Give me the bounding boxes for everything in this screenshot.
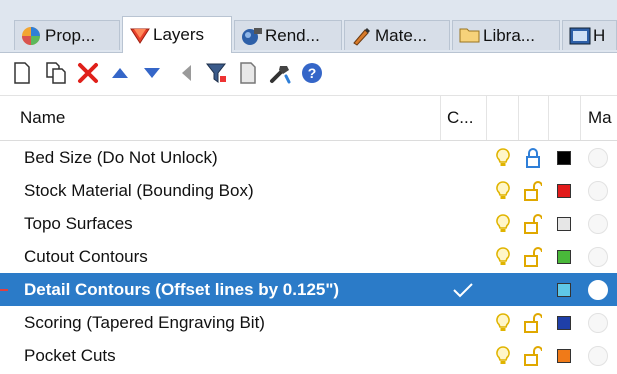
copy-layers-icon[interactable] xyxy=(236,61,260,85)
layer-name[interactable]: Detail Contours (Offset lines by 0.125") xyxy=(24,273,339,306)
color-swatch-box xyxy=(557,249,571,264)
tab-libraries[interactable]: Libra... xyxy=(452,20,560,50)
lock-open-icon[interactable] xyxy=(518,174,548,207)
tab-label: Layers xyxy=(153,25,205,44)
help-icon[interactable]: ? xyxy=(300,61,324,85)
move-down-icon[interactable] xyxy=(140,61,164,85)
tab-label: H xyxy=(593,25,606,45)
layer-material-swatch[interactable] xyxy=(584,273,612,306)
material-circle xyxy=(588,213,608,234)
visibility-bulb-icon[interactable] xyxy=(488,339,518,372)
color-swatch-box xyxy=(557,348,571,363)
tab-materials[interactable]: Mate... xyxy=(344,20,450,50)
layer-material-swatch[interactable] xyxy=(584,141,612,174)
layer-material-swatch[interactable] xyxy=(584,240,612,273)
layer-name[interactable]: Scoring (Tapered Engraving Bit) xyxy=(24,306,265,339)
layer-color-swatch[interactable] xyxy=(550,240,578,273)
layer-color-swatch[interactable] xyxy=(550,141,578,174)
new-sublayer-icon[interactable] xyxy=(44,61,68,85)
layer-row[interactable]: Bed Size (Do Not Unlock) xyxy=(0,141,617,174)
color-swatch-box xyxy=(557,150,571,165)
layer-material-swatch[interactable] xyxy=(584,306,612,339)
column-divider[interactable] xyxy=(518,96,519,140)
column-header-current[interactable]: C... xyxy=(441,96,485,140)
column-divider[interactable] xyxy=(580,96,581,140)
new-layer-icon[interactable] xyxy=(10,61,34,85)
layer-material-swatch[interactable] xyxy=(584,174,612,207)
layer-row[interactable]: Pocket Cuts xyxy=(0,339,617,372)
lock-closed-icon[interactable] xyxy=(518,141,548,174)
help-panel-icon xyxy=(569,26,591,46)
tab-label: Prop... xyxy=(45,25,96,45)
layers-icon xyxy=(129,25,150,45)
layer-name[interactable]: Bed Size (Do Not Unlock) xyxy=(24,141,218,174)
filter-icon[interactable] xyxy=(204,61,228,85)
column-divider[interactable] xyxy=(548,96,549,140)
color-swatch-box xyxy=(557,216,571,231)
panel-tab-bar: Prop... Layers Rend... Mate... Libra... … xyxy=(0,0,617,53)
color-swatch-box xyxy=(557,183,571,198)
column-divider[interactable] xyxy=(486,96,487,140)
layer-color-swatch[interactable] xyxy=(550,339,578,372)
lock-open-icon[interactable] xyxy=(518,339,548,372)
color-swatch-box xyxy=(557,282,571,297)
libraries-folder-icon xyxy=(459,26,480,46)
properties-icon xyxy=(21,26,41,46)
tab-help[interactable]: H xyxy=(562,20,617,50)
selection-marker xyxy=(0,289,8,291)
tab-label: Rend... xyxy=(265,25,320,45)
layer-row[interactable]: Detail Contours (Offset lines by 0.125") xyxy=(0,273,617,306)
material-circle xyxy=(588,147,608,168)
tab-properties[interactable]: Prop... xyxy=(14,20,120,50)
layer-material-swatch[interactable] xyxy=(584,339,612,372)
material-circle xyxy=(588,312,608,333)
tab-rendering[interactable]: Rend... xyxy=(234,20,342,50)
lock-open-icon[interactable] xyxy=(518,306,548,339)
layer-name[interactable]: Stock Material (Bounding Box) xyxy=(24,174,254,207)
svg-text:?: ? xyxy=(308,65,317,81)
layer-list-header: Name C... Ma xyxy=(0,95,617,141)
layer-row[interactable]: Scoring (Tapered Engraving Bit) xyxy=(0,306,617,339)
layer-row[interactable]: Cutout Contours xyxy=(0,240,617,273)
tab-layers[interactable]: Layers xyxy=(122,16,232,53)
material-circle xyxy=(588,180,608,201)
move-out-icon[interactable] xyxy=(174,61,198,85)
visibility-bulb-icon[interactable] xyxy=(488,207,518,240)
visibility-bulb-icon[interactable] xyxy=(488,240,518,273)
materials-icon xyxy=(351,26,371,46)
lock-open-icon[interactable] xyxy=(518,240,548,273)
layers-toolbar: ? xyxy=(0,53,617,93)
rendering-icon xyxy=(241,26,262,46)
layer-row[interactable]: Topo Surfaces xyxy=(0,207,617,240)
column-header-name[interactable]: Name xyxy=(14,96,440,140)
visibility-bulb-icon[interactable] xyxy=(488,174,518,207)
color-swatch-box xyxy=(557,315,571,330)
layer-row[interactable]: Stock Material (Bounding Box) xyxy=(0,174,617,207)
layer-color-swatch[interactable] xyxy=(550,273,578,306)
current-layer-checkmark-icon[interactable] xyxy=(441,273,485,306)
tools-icon[interactable] xyxy=(268,61,292,85)
tab-label: Mate... xyxy=(375,25,427,45)
tab-label: Libra... xyxy=(483,25,535,45)
column-header-material[interactable]: Ma xyxy=(582,96,617,140)
layer-color-swatch[interactable] xyxy=(550,207,578,240)
lock-open-icon[interactable] xyxy=(518,207,548,240)
layer-name[interactable]: Pocket Cuts xyxy=(24,339,116,372)
material-circle xyxy=(588,246,608,267)
layer-name[interactable]: Cutout Contours xyxy=(24,240,148,273)
layer-color-swatch[interactable] xyxy=(550,306,578,339)
layer-material-swatch[interactable] xyxy=(584,207,612,240)
material-circle xyxy=(588,345,608,366)
layer-name[interactable]: Topo Surfaces xyxy=(24,207,133,240)
visibility-bulb-icon[interactable] xyxy=(488,306,518,339)
material-circle xyxy=(588,279,608,300)
visibility-bulb-icon[interactable] xyxy=(488,141,518,174)
move-up-icon[interactable] xyxy=(108,61,132,85)
delete-icon[interactable] xyxy=(76,61,100,85)
layer-color-swatch[interactable] xyxy=(550,174,578,207)
